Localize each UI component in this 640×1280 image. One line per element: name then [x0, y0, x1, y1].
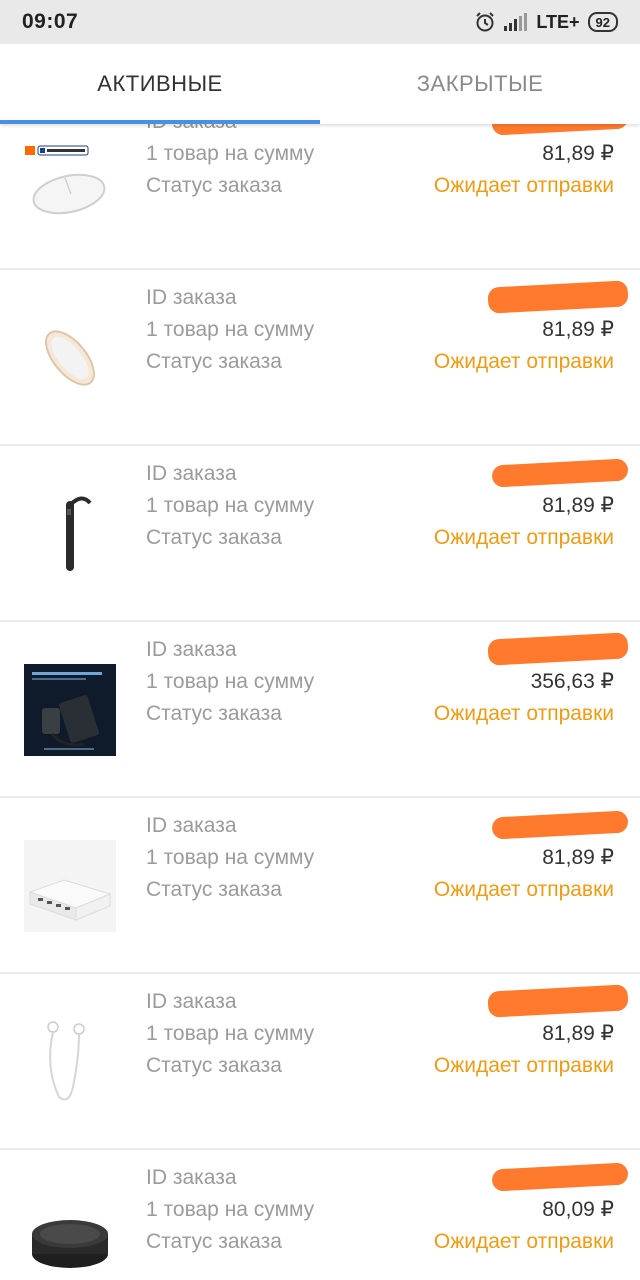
order-items-label: 1 товар на сумму	[146, 494, 315, 517]
order-status-label: Статус заказа	[146, 350, 282, 373]
order-id-label: ID заказа	[146, 814, 237, 837]
gold-mouse-icon	[22, 310, 118, 406]
order-item[interactable]: ID заказа 1 товар на сумму Статус заказа…	[0, 124, 640, 270]
redaction-mark	[487, 984, 629, 1018]
order-id	[434, 984, 629, 1018]
order-status-label: Статус заказа	[146, 702, 282, 725]
usb-charger-icon	[22, 838, 118, 934]
order-id-label: ID заказа	[146, 462, 237, 485]
order-status-label: Статус заказа	[146, 526, 282, 549]
order-status: Ожидает отправки	[433, 702, 614, 725]
order-item[interactable]: ID заказа 1 товар на сумму Статус заказа…	[0, 1150, 640, 1280]
order-values: 356,63 ₽ Ожидает отправки	[433, 632, 629, 730]
earphones-icon	[22, 1014, 118, 1110]
network-type: LTE+	[536, 11, 580, 32]
tab-closed-label: ЗАКРЫТЫЕ	[416, 71, 544, 96]
order-items-label: 1 товар на сумму	[146, 1022, 315, 1045]
order-items-label: 1 товар на сумму	[146, 1198, 315, 1221]
order-amount: 356,63 ₽	[530, 670, 614, 693]
order-id: 3	[434, 458, 629, 490]
order-item[interactable]: ID заказа 1 товар на сумму Статус заказа…	[0, 798, 640, 974]
order-id-label: ID заказа	[146, 638, 237, 661]
bluetooth-mouse-icon	[22, 134, 118, 230]
order-items-label: 1 товар на сумму	[146, 318, 315, 341]
battery-icon: 92	[587, 12, 618, 32]
signal-icon	[504, 13, 528, 31]
order-values: 3 80,09 ₽ Ожидает отправки	[433, 1162, 629, 1258]
order-list: ID заказа 1 товар на сумму Статус заказа…	[0, 124, 640, 1280]
order-item[interactable]: ID заказа 1 товар на сумму Статус заказа…	[0, 974, 640, 1150]
order-values: 81,89 ₽ Ожидает отправки	[433, 124, 629, 202]
order-id	[434, 124, 629, 138]
order-status: Ожидает отправки	[433, 1054, 614, 1077]
order-amount: 81,89 ₽	[542, 318, 614, 341]
order-items-label: 1 товар на сумму	[146, 142, 315, 165]
order-amount: 81,89 ₽	[542, 494, 614, 517]
redaction-mark	[487, 632, 629, 666]
redaction-mark	[491, 124, 629, 136]
car-charger-icon	[22, 662, 118, 758]
order-values: 81,89 ₽ Ожидает отправки	[433, 984, 629, 1082]
battery-level: 92	[595, 14, 610, 30]
order-id-label: ID заказа	[146, 286, 237, 309]
order-status-label: Статус заказа	[146, 174, 282, 197]
order-labels: ID заказа 1 товар на сумму Статус заказа	[146, 810, 314, 906]
tab-closed[interactable]: ЗАКРЫТЫЕ	[320, 44, 640, 124]
order-id	[434, 632, 629, 666]
bluetooth-headset-icon	[22, 486, 118, 582]
tab-active-label: АКТИВНЫЕ	[97, 71, 223, 96]
order-labels: ID заказа 1 товар на сумму Статус заказа	[146, 282, 314, 378]
redaction-mark	[487, 280, 629, 314]
order-status: Ожидает отправки	[433, 174, 614, 197]
order-item[interactable]: ID заказа 1 товар на сумму Статус заказа…	[0, 270, 640, 446]
tab-indicator	[0, 120, 320, 124]
order-items-label: 1 товар на сумму	[146, 846, 315, 869]
order-labels: ID заказа 1 товар на сумму Статус заказа	[146, 986, 314, 1082]
order-amount: 81,89 ₽	[542, 142, 614, 165]
order-values: 3 81,89 ₽ Ожидает отправки	[433, 458, 629, 554]
order-status-label: Статус заказа	[146, 878, 282, 901]
order-id	[434, 280, 629, 314]
order-status: Ожидает отправки	[433, 1230, 614, 1253]
order-amount: 80,09 ₽	[542, 1198, 614, 1221]
order-status-label: Статус заказа	[146, 1054, 282, 1077]
order-labels: ID заказа 1 товар на сумму Статус заказа	[146, 1162, 314, 1258]
speaker-icon	[22, 1190, 118, 1280]
status-time: 09:07	[22, 10, 79, 33]
order-status: Ожидает отправки	[433, 350, 614, 373]
order-id: 3	[434, 1162, 629, 1194]
order-status: Ожидает отправки	[433, 526, 614, 549]
order-labels: ID заказа 1 товар на сумму Статус заказа	[146, 458, 314, 554]
order-labels: ID заказа 1 товар на сумму Статус заказа	[146, 124, 314, 202]
order-item[interactable]: ID заказа 1 товар на сумму Статус заказа…	[0, 622, 640, 798]
order-values: 3 81,89 ₽ Ожидает отправки	[433, 810, 629, 906]
order-amount: 81,89 ₽	[542, 1022, 614, 1045]
order-id-label: ID заказа	[146, 990, 237, 1013]
tab-bar: АКТИВНЫЕ ЗАКРЫТЫЕ	[0, 44, 640, 124]
alarm-icon	[474, 11, 496, 33]
order-id-label: ID заказа	[146, 1166, 237, 1189]
order-id: 3	[434, 810, 629, 842]
status-icons: LTE+ 92	[474, 11, 618, 33]
order-labels: ID заказа 1 товар на сумму Статус заказа	[146, 634, 314, 730]
status-bar: 09:07 LTE+ 92	[0, 0, 640, 44]
order-id-label: ID заказа	[146, 124, 314, 138]
order-items-label: 1 товар на сумму	[146, 670, 315, 693]
tab-active[interactable]: АКТИВНЫЕ	[0, 44, 320, 124]
order-values: 81,89 ₽ Ожидает отправки	[433, 280, 629, 378]
order-amount: 81,89 ₽	[542, 846, 614, 869]
order-item[interactable]: ID заказа 1 товар на сумму Статус заказа…	[0, 446, 640, 622]
order-status-label: Статус заказа	[146, 1230, 282, 1253]
order-status: Ожидает отправки	[433, 878, 614, 901]
